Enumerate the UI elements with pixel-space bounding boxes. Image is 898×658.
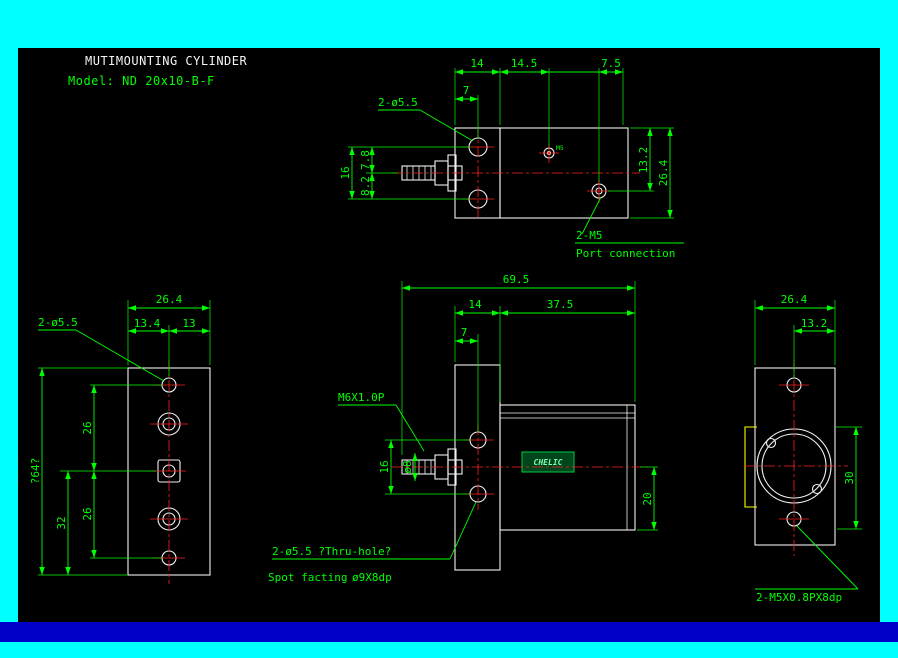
dim-width-left: 13.4 [134, 317, 161, 330]
dim-width: 26.4 [156, 293, 183, 306]
dim-width-half: 13.2 [801, 317, 828, 330]
dim-split-lower: 8.2 [359, 176, 372, 196]
dim-port-offset-right: 7.5 [601, 57, 621, 70]
dim-body-height: 26.4 [657, 159, 670, 186]
drawing-canvas[interactable] [18, 48, 880, 622]
dim-plate-width: 14 [470, 57, 484, 70]
callout-spot-face-size: ø9X8dp [352, 571, 392, 584]
brand-label: CHELIC [534, 458, 563, 467]
callout-mount-holes: 2-ø5.5 [38, 316, 78, 329]
dim-rod-diameter: ø8 [401, 460, 414, 473]
dim-port-offset-top: 14.5 [511, 57, 538, 70]
drawing-model: Model: ND 20x10-B-F [68, 74, 215, 88]
dim-overall: 69.5 [503, 273, 530, 286]
dim-hole-offset: 7 [463, 84, 470, 97]
dim-hole-pitch: 16 [339, 166, 352, 179]
dim-pitch-upper: 26 [81, 421, 94, 434]
port-size-label: M5 [556, 144, 564, 152]
status-bar [0, 622, 898, 642]
drawing-title: MUTIMOUNTING CYLINDER [85, 54, 247, 68]
callout-thru-hole: 2-ø5.5 ?Thru-hole? [272, 545, 391, 558]
callout-spot-face: Spot facting [268, 571, 347, 584]
dim-pitch-bottom: 32 [55, 516, 68, 529]
callout-thread: M6X1.0P [338, 391, 385, 404]
dim-pitch-lower: 26 [81, 507, 94, 520]
callout-tap: 2-M5X0.8PX8dp [756, 591, 842, 604]
dim-split-upper: 7.8 [359, 150, 372, 170]
dim-height: ?64? [29, 458, 42, 485]
dim-port-height: 13.2 [637, 147, 650, 174]
dim-width-right: 13 [182, 317, 195, 330]
dim-plate-width: 14 [468, 298, 482, 311]
cad-drawing: MUTIMOUNTING CYLINDER Model: ND 20x10-B-… [0, 0, 898, 658]
callout-mount-holes: 2-ø5.5 [378, 96, 418, 109]
dim-bore-pitch: 30 [843, 471, 856, 484]
callout-port-name: Port connection [576, 247, 675, 260]
dim-hole-pitch: 16 [378, 460, 391, 473]
dim-hole-offset: 7 [461, 326, 468, 339]
dim-width: 26.4 [781, 293, 808, 306]
dim-port-offset: 20 [641, 492, 654, 505]
callout-port-count: 2-M5 [576, 229, 603, 242]
dim-body-width: 37.5 [547, 298, 574, 311]
